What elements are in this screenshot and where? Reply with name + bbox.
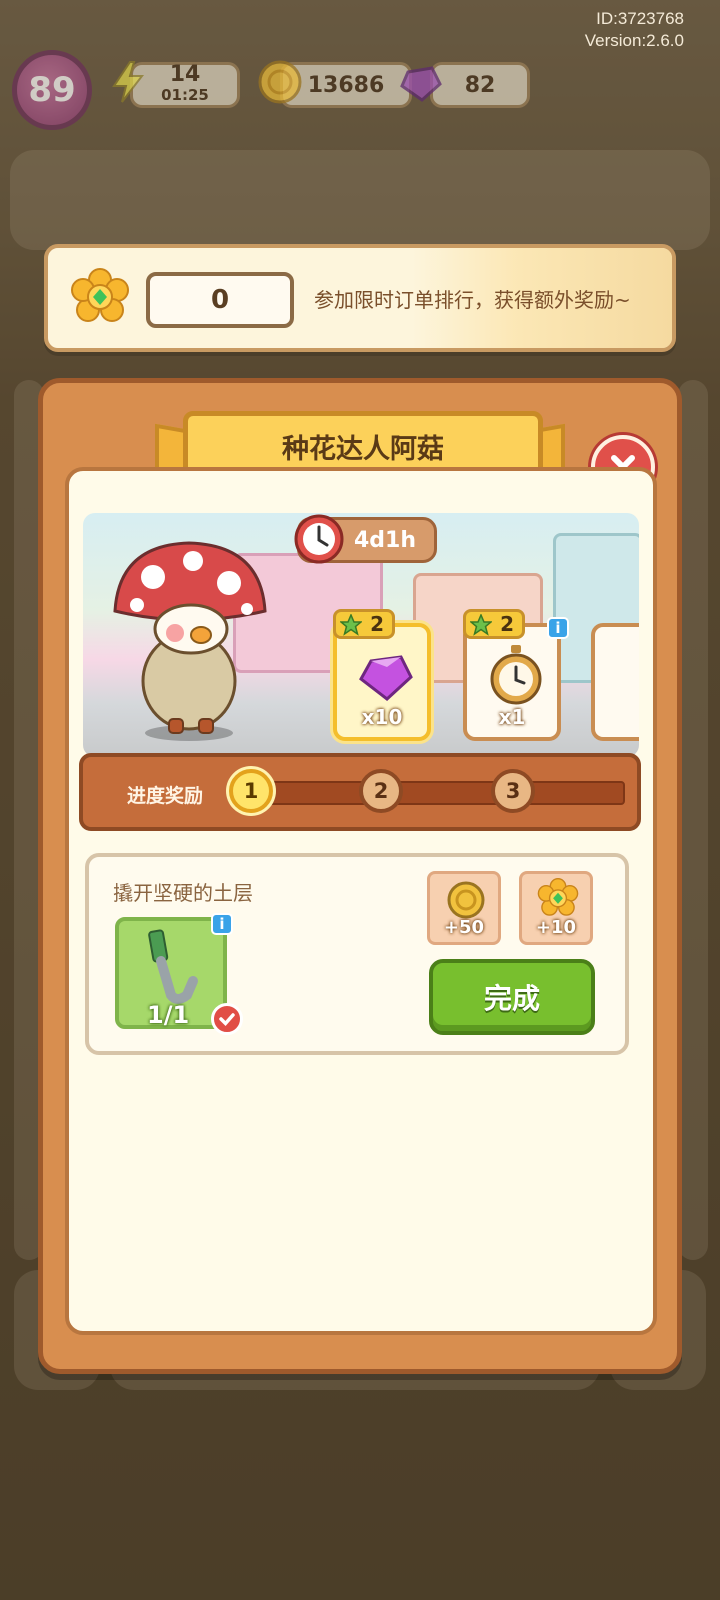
reward-coins-value: +50 [443,917,485,938]
task-item[interactable]: i 1/1 [115,913,243,1035]
reward-qty: x1 [498,705,526,729]
step-label: 2 [373,779,389,803]
clock-icon [294,514,344,564]
reward-flowers: +10 [519,871,593,945]
level-value: 89 [28,70,76,110]
player-id: ID:3723768 [596,9,684,28]
lightning-icon [112,61,145,103]
coin-icon [258,60,302,104]
task-card: 撬开坚硬的土层 i 1/1 +50 +10 完成 [85,853,629,1055]
energy-value: 14 [169,62,201,87]
task-item-count: 1/1 [147,1001,190,1029]
progress-step-1[interactable]: 1 [229,769,273,813]
reward-star-badge: 2 [463,609,525,639]
event-panel: 种花达人阿菇 4d1h 2 x10 2 i x1 进度奖励 1 2 3 撬开坚硬… [38,378,682,1374]
flower-count: 0 [210,285,230,315]
stopwatch-icon [490,645,542,705]
gem-icon [400,66,442,102]
build-info: ID:3723768 Version:2.6.0 [585,8,684,52]
complete-button[interactable]: 完成 [429,959,595,1035]
energy-timer: 01:25 [161,86,209,104]
reward-coins: +50 [427,871,501,945]
top-hud: 89 14 01:25 13686 82 [0,50,720,140]
step-label: 3 [505,779,521,803]
check-icon [211,1003,243,1035]
star-icon [340,614,362,636]
progress-step-2[interactable]: 2 [359,769,403,813]
reward-star-value: 2 [500,612,514,636]
gem-value: 82 [464,72,496,98]
pickaxe-icon [148,929,198,1004]
reward-qty: x10 [361,705,403,729]
event-timer-value: 4d1h [353,527,416,553]
reward-card-2[interactable]: 2 i x1 [463,609,569,741]
reward-star-value: 2 [370,612,384,636]
progress-track [235,781,625,805]
banner-text: 参加限时订单排行，获得额外奖励~ [314,288,631,312]
level-badge[interactable]: 89 [12,50,92,130]
mushroom-character [113,541,267,741]
panel-title: 种花达人阿菇 [282,433,444,465]
progress-bar: 进度奖励 1 2 3 [79,753,641,831]
reward-star-badge: 2 [333,609,395,639]
reward-flowers-value: +10 [535,917,577,938]
gem-icon [359,655,413,701]
gem-counter[interactable]: 82 [430,62,530,108]
coin-icon [447,881,485,919]
flower-icon [71,268,129,322]
reward-card-3-partial[interactable] [591,623,639,741]
info-icon[interactable]: i [547,617,569,639]
step-label: 1 [243,779,259,803]
flower-icon [537,878,579,916]
version-label: Version:2.6.0 [584,31,684,50]
complete-label: 完成 [483,982,540,1015]
ranking-banner[interactable]: 0 参加限时订单排行，获得额外奖励~ [44,244,676,352]
reward-card-1[interactable]: 2 x10 [333,609,431,741]
star-icon [470,614,492,636]
task-title: 撬开坚硬的土层 [113,881,253,905]
flower-count-box: 0 [146,272,294,328]
info-icon[interactable]: i [211,913,233,935]
progress-step-3[interactable]: 3 [491,769,535,813]
coin-value: 13686 [307,72,385,98]
progress-label: 进度奖励 [127,785,204,807]
